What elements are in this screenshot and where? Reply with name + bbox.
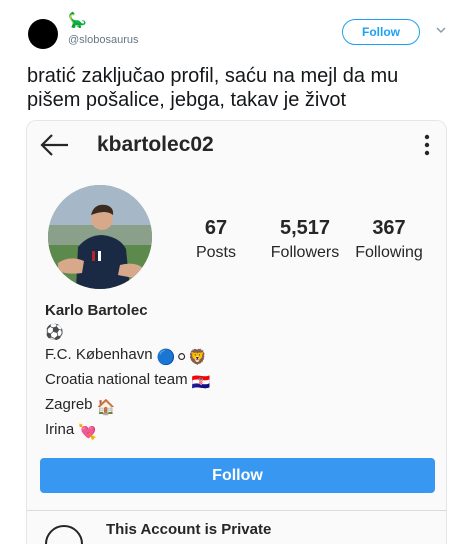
stat-following[interactable]: 367 Following (351, 216, 427, 264)
chevron-down-icon[interactable] (435, 24, 447, 36)
profile-picture[interactable] (48, 185, 152, 289)
bio-line-team: Croatia national team 🇭🇷 (45, 369, 210, 394)
divider (27, 510, 446, 511)
club-emoji-icons: 🔵⚪🦁 (156, 349, 207, 366)
tweet-text-line: pišem pošalice, jebga, takav je život (27, 89, 347, 111)
private-account-title: This Account is Private (106, 521, 272, 538)
stat-label: Posts (195, 244, 236, 261)
profile-bio: Karlo Bartolec ⚽ F.C. København 🔵⚪🦁 Croa… (45, 300, 210, 444)
tweet-text-line: bratić zaključao profil, saću na mejl da… (27, 65, 399, 87)
house-icon: 🏠 (96, 399, 116, 416)
instagram-screenshot: kbartolec02 67 Posts 5,517 Followers 367… (26, 120, 447, 544)
bio-partner-text: Irina (45, 421, 75, 438)
profile-name: Karlo Bartolec (45, 302, 148, 319)
bio-club-text: F.C. København (45, 346, 153, 363)
dinosaur-icon: 🦕 (68, 12, 87, 29)
stat-label: Following (355, 244, 423, 261)
bio-team-text: Croatia national team (45, 371, 188, 388)
lock-icon (45, 525, 83, 544)
bio-line-city: Zagreb 🏠 (45, 394, 210, 419)
twitter-follow-button[interactable]: Follow (342, 19, 420, 45)
croatia-flag-icon: 🇭🇷 (191, 374, 211, 391)
ig-username: kbartolec02 (97, 133, 214, 156)
tweet-text: bratić zaključao profil, saću na mejl da… (27, 64, 447, 112)
stat-label: Followers (270, 244, 340, 261)
bio-line-club: F.C. København 🔵⚪🦁 (45, 344, 210, 369)
more-options-icon[interactable] (423, 133, 431, 157)
stat-value: 67 (204, 217, 228, 239)
instagram-follow-button[interactable]: Follow (40, 458, 435, 493)
soccer-ball-icon: ⚽ (45, 324, 64, 341)
stat-posts[interactable]: 67 Posts (191, 216, 241, 264)
heart-icon: 💘 (78, 424, 98, 441)
tweet-author-handle[interactable]: @slobosaurus (68, 34, 138, 46)
bio-city-text: Zagreb (45, 396, 93, 413)
back-arrow-icon[interactable] (40, 133, 70, 157)
tweet-author-avatar[interactable] (28, 19, 58, 49)
stat-value: 367 (372, 217, 406, 239)
bio-line-partner: Irina 💘 (45, 419, 210, 444)
stat-followers[interactable]: 5,517 Followers (263, 216, 347, 264)
stat-value: 5,517 (279, 217, 331, 239)
